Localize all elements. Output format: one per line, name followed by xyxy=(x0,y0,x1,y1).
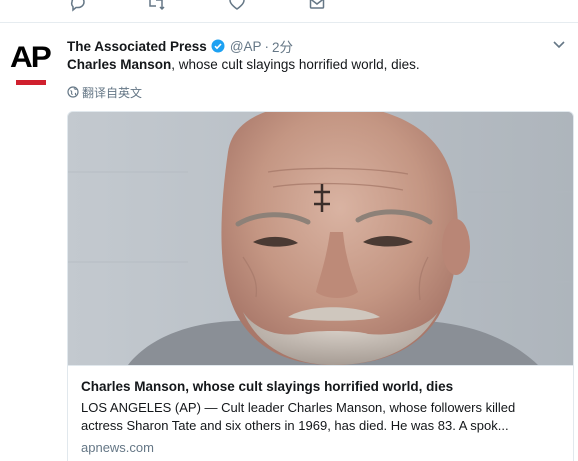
heart-icon xyxy=(228,0,246,12)
like-button[interactable] xyxy=(226,0,248,13)
retweet-icon xyxy=(146,0,166,12)
tweet-menu-button[interactable] xyxy=(552,40,566,50)
card-title[interactable]: Charles Manson, whose cult slayings horr… xyxy=(81,378,560,396)
tweet: AP The Associated Press @AP · 2分 Charles… xyxy=(0,23,578,461)
card-domain: apnews.com xyxy=(81,440,154,455)
link-card[interactable]: Charles Manson, whose cult slayings horr… xyxy=(67,111,574,461)
verified-badge-icon xyxy=(211,39,225,53)
tweet-text: Charles Manson, whose cult slayings horr… xyxy=(67,57,420,72)
tweet-header: The Associated Press @AP · 2分 xyxy=(67,36,293,56)
reply-button[interactable] xyxy=(67,0,89,13)
avatar[interactable]: AP xyxy=(10,43,56,107)
ap-logo-bar xyxy=(16,80,46,85)
retweet-button[interactable] xyxy=(145,0,167,13)
previous-tweet-actions xyxy=(0,0,578,23)
chevron-down-icon xyxy=(553,36,565,54)
envelope-icon xyxy=(308,0,326,12)
timestamp[interactable]: 2分 xyxy=(272,36,293,56)
speech-bubble-icon xyxy=(69,0,87,12)
twitter-timeline: AP The Associated Press @AP · 2分 Charles… xyxy=(0,0,578,461)
tweet-text-rest: , whose cult slayings horrified world, d… xyxy=(171,57,420,72)
translate-link[interactable]: 翻译自英文 xyxy=(67,84,142,100)
direct-message-button[interactable] xyxy=(306,0,328,13)
tweet-text-bold[interactable]: Charles Manson xyxy=(67,57,171,72)
author-handle[interactable]: @AP xyxy=(230,39,262,54)
card-image[interactable] xyxy=(68,112,573,365)
globe-icon xyxy=(67,86,79,98)
card-description: LOS ANGELES (AP) — Cult leader Charles M… xyxy=(81,400,516,433)
separator-dot: · xyxy=(264,38,270,54)
translate-label: 翻译自英文 xyxy=(82,85,143,100)
ap-logo-text: AP xyxy=(10,41,52,74)
card-body[interactable]: Charles Manson, whose cult slayings horr… xyxy=(68,365,573,461)
author-name[interactable]: The Associated Press xyxy=(67,39,207,54)
